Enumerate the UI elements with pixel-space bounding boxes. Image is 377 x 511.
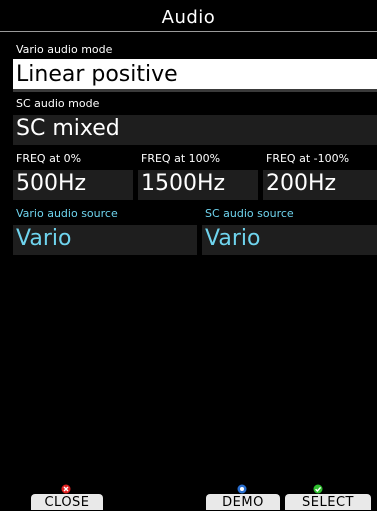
- sc-audio-mode-field[interactable]: SC mixed: [13, 115, 377, 145]
- freq-neg100-value: 200Hz: [266, 171, 337, 196]
- freq-0-value: 500Hz: [16, 171, 87, 196]
- freq-100-label: FREQ at 100%: [141, 152, 221, 165]
- demo-icon: [237, 484, 247, 494]
- vario-audio-source-label: Vario audio source: [16, 207, 118, 220]
- freq-neg100-label: FREQ at -100%: [266, 152, 350, 165]
- vario-audio-source-field[interactable]: Vario: [13, 225, 197, 255]
- vario-audio-mode-field[interactable]: Linear positive: [13, 59, 377, 92]
- vario-audio-source-value: Vario: [16, 226, 72, 251]
- vario-audio-mode-value: Linear positive: [16, 62, 178, 87]
- freq-0-field[interactable]: 500Hz: [13, 170, 133, 200]
- sc-audio-source-label: SC audio source: [205, 207, 294, 220]
- sc-audio-mode-value: SC mixed: [16, 116, 120, 141]
- close-icon: [61, 484, 71, 494]
- check-icon: [313, 484, 323, 494]
- sc-audio-source-field[interactable]: Vario: [202, 225, 377, 255]
- page-title: Audio: [161, 7, 216, 28]
- freq-neg100-field[interactable]: 200Hz: [263, 170, 377, 200]
- sc-audio-source-value: Vario: [205, 226, 261, 251]
- freq-100-value: 1500Hz: [141, 171, 226, 196]
- freq-100-field[interactable]: 1500Hz: [138, 170, 258, 200]
- title-divider: [0, 31, 377, 32]
- freq-0-label: FREQ at 0%: [16, 152, 82, 165]
- title-bar: Audio: [0, 4, 377, 32]
- sc-audio-mode-label: SC audio mode: [16, 97, 100, 110]
- vario-audio-mode-label: Vario audio mode: [16, 43, 113, 56]
